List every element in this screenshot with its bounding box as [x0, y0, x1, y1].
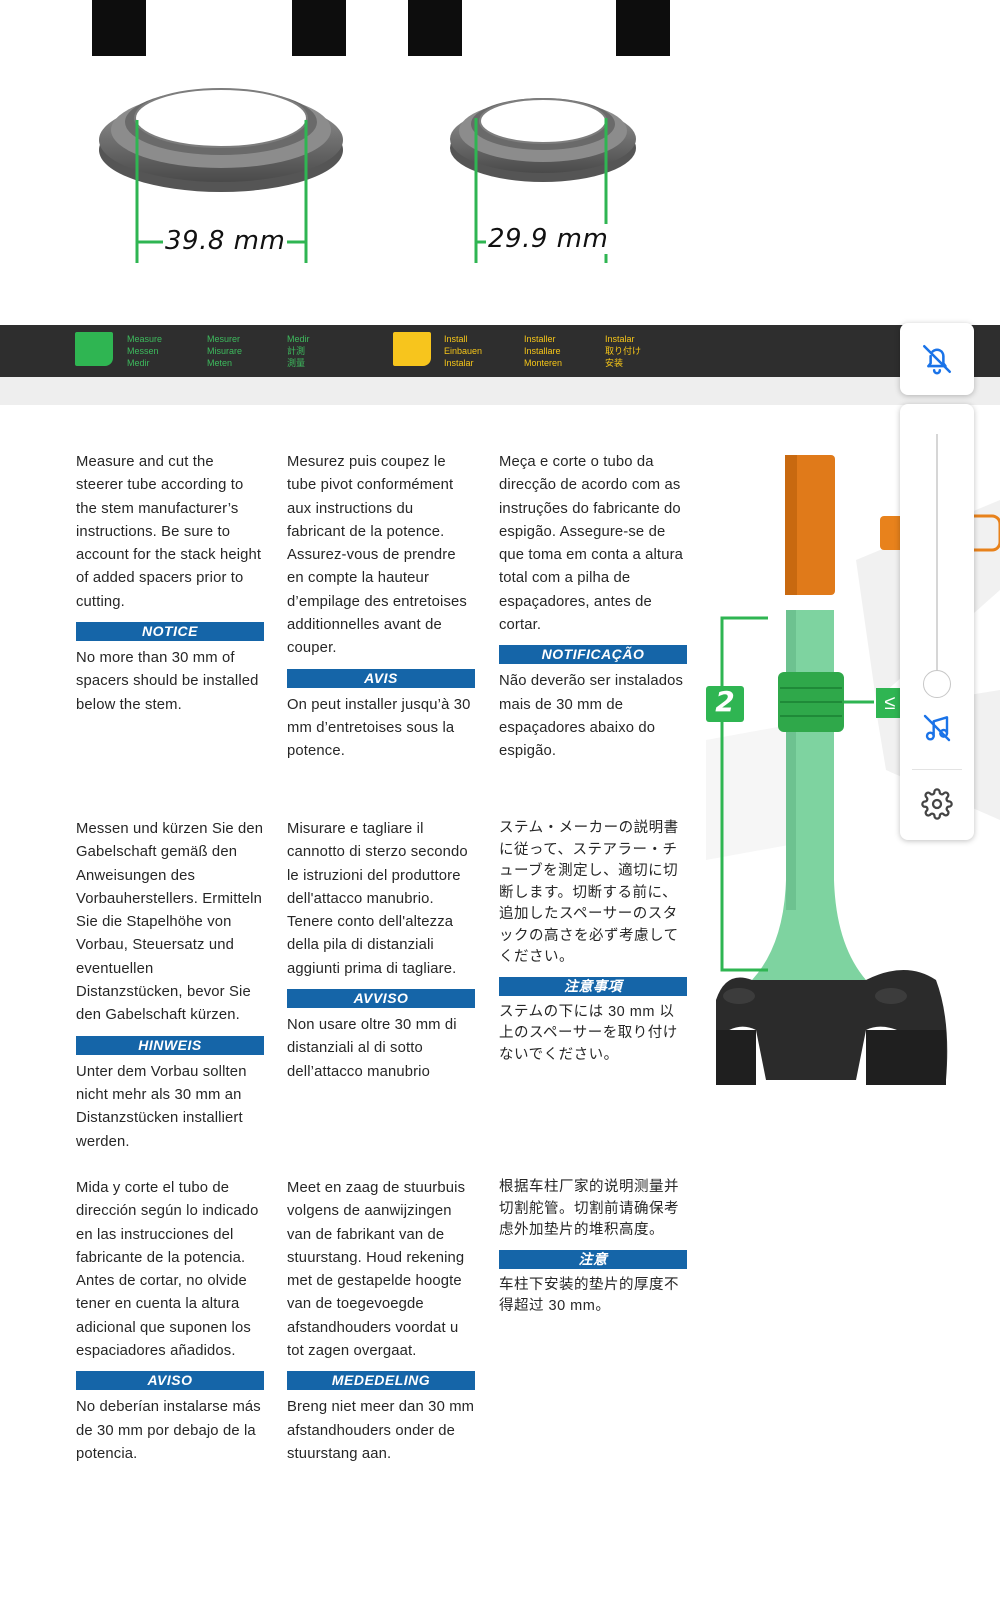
lte-symbol: ≤	[884, 692, 896, 714]
measure-swatch	[75, 332, 113, 366]
post-1	[92, 0, 146, 56]
instructions-it: Misurare e tagliare il cannotto di sterz…	[287, 818, 475, 1084]
body-text: Misurare e tagliare il cannotto di sterz…	[287, 821, 468, 977]
body-text: Measure and cut the steerer tube accordi…	[76, 454, 262, 610]
notice-label: NOTIFICAÇÃO	[499, 645, 687, 665]
panel-divider	[912, 769, 962, 770]
legend-mesurer: Mesurer Misurare Meten	[207, 334, 243, 368]
notice-text: No deberían instalarse más de 30 mm por …	[76, 1399, 261, 1462]
notice-label: AVIS	[287, 668, 475, 688]
notice-text: No more than 30 mm of spacers should be …	[76, 650, 259, 713]
legend-medir: Medir 計測 測量	[287, 334, 310, 368]
spacer-illustration: 39.8 mm 29.9 mm	[0, 0, 1000, 320]
instructions-es: Mida y corte el tubo de dirección según …	[76, 1177, 264, 1466]
legend-install: Install Einbauen Instalar	[444, 334, 483, 368]
body-text: Mida y corte el tubo de dirección según …	[76, 1180, 259, 1360]
post-3	[408, 0, 462, 56]
legend-instalar: Instalar 取り付け 安装	[605, 334, 642, 368]
body-text: Mesurez puis coupez le tube pivot confor…	[287, 454, 467, 657]
volume-slider-track[interactable]	[936, 434, 938, 684]
legend-measure: Measure Messen Medir	[127, 334, 163, 368]
instructions-en: Measure and cut the steerer tube accordi…	[76, 451, 264, 717]
notice-label: HINWEIS	[76, 1035, 264, 1055]
step-number: 2	[715, 685, 735, 718]
legend-installer: Installer Installare Monteren	[524, 334, 563, 368]
post-2	[292, 0, 346, 56]
notice-text: On peut installer jusqu’à 30 mm d’entret…	[287, 696, 471, 760]
install-swatch	[393, 332, 431, 366]
notice-label: AVISO	[76, 1371, 264, 1391]
volume-slider-thumb[interactable]	[923, 670, 951, 698]
body-text: ステム・メーカーの説明書に従って、ステアラー・チューブを測定し、適切に切断します…	[499, 820, 679, 965]
instructions-de: Messen und kürzen Sie den Gabelschaft ge…	[76, 818, 264, 1154]
divider-band	[0, 377, 1000, 405]
body-text: Messen und kürzen Sie den Gabelschaft ge…	[76, 821, 264, 1024]
notice-label: 注意	[499, 1249, 687, 1269]
gear-icon[interactable]	[921, 788, 953, 820]
notice-label: NOTICE	[76, 622, 264, 642]
legend-bar: Measure Messen Medir Mesurer Misurare Meten …	[0, 325, 1000, 377]
instructions-zh: 根据车柱厂家的说明测量并切割舵管。切割前请确保考虑外加垫片的堆积高度。 注意 车…	[499, 1177, 687, 1318]
instructions-fr: Mesurez puis coupez le tube pivot confor…	[287, 451, 475, 764]
notice-text: 车柱下安装的垫片的厚度不得超过 30 mm。	[499, 1276, 679, 1315]
notice-text: ステムの下には 30 mm 以上のスペーサーを取り付けないでください。	[499, 1003, 678, 1063]
body-text: Meça e corte o tubo da direcção de acord…	[499, 454, 684, 634]
bell-off-icon	[922, 344, 952, 375]
instructions-nl: Meet en zaag de stuurbuis volgens de aan…	[287, 1177, 475, 1466]
notice-text: Unter dem Vorbau sollten nicht mehr als …	[76, 1063, 247, 1150]
music-off-icon[interactable]	[921, 712, 953, 744]
notice-label: MEDEDELING	[287, 1371, 475, 1391]
dimension-label-right: 29.9 mm	[486, 224, 611, 254]
spacer-drawing	[92, 0, 670, 263]
notice-text: Non usare oltre 30 mm di distanziali al …	[287, 1017, 457, 1080]
right-spacer-ring	[450, 98, 636, 182]
body-text: 根据车柱厂家的说明测量并切割舵管。切割前请确保考虑外加垫片的堆积高度。	[499, 1179, 679, 1238]
audio-control-panel	[900, 404, 974, 840]
post-4	[616, 0, 670, 56]
body-text: Meet en zaag de stuurbuis volgens de aan…	[287, 1180, 466, 1360]
notification-toggle-button[interactable]	[900, 323, 974, 395]
notice-text: Breng niet meer dan 30 mm afstandhouders…	[287, 1399, 475, 1462]
notice-label: AVVISO	[287, 989, 475, 1009]
notice-label: 注意事項	[499, 976, 687, 996]
instructions-pt: Meça e corte o tubo da direcção de acord…	[499, 451, 687, 764]
dimension-label-left: 39.8 mm	[163, 226, 288, 256]
instructions-ja: ステム・メーカーの説明書に従って、ステアラー・チューブを測定し、適切に切断します…	[499, 818, 687, 1066]
notice-text: Não deverão ser instalados mais de 30 mm…	[499, 673, 684, 760]
